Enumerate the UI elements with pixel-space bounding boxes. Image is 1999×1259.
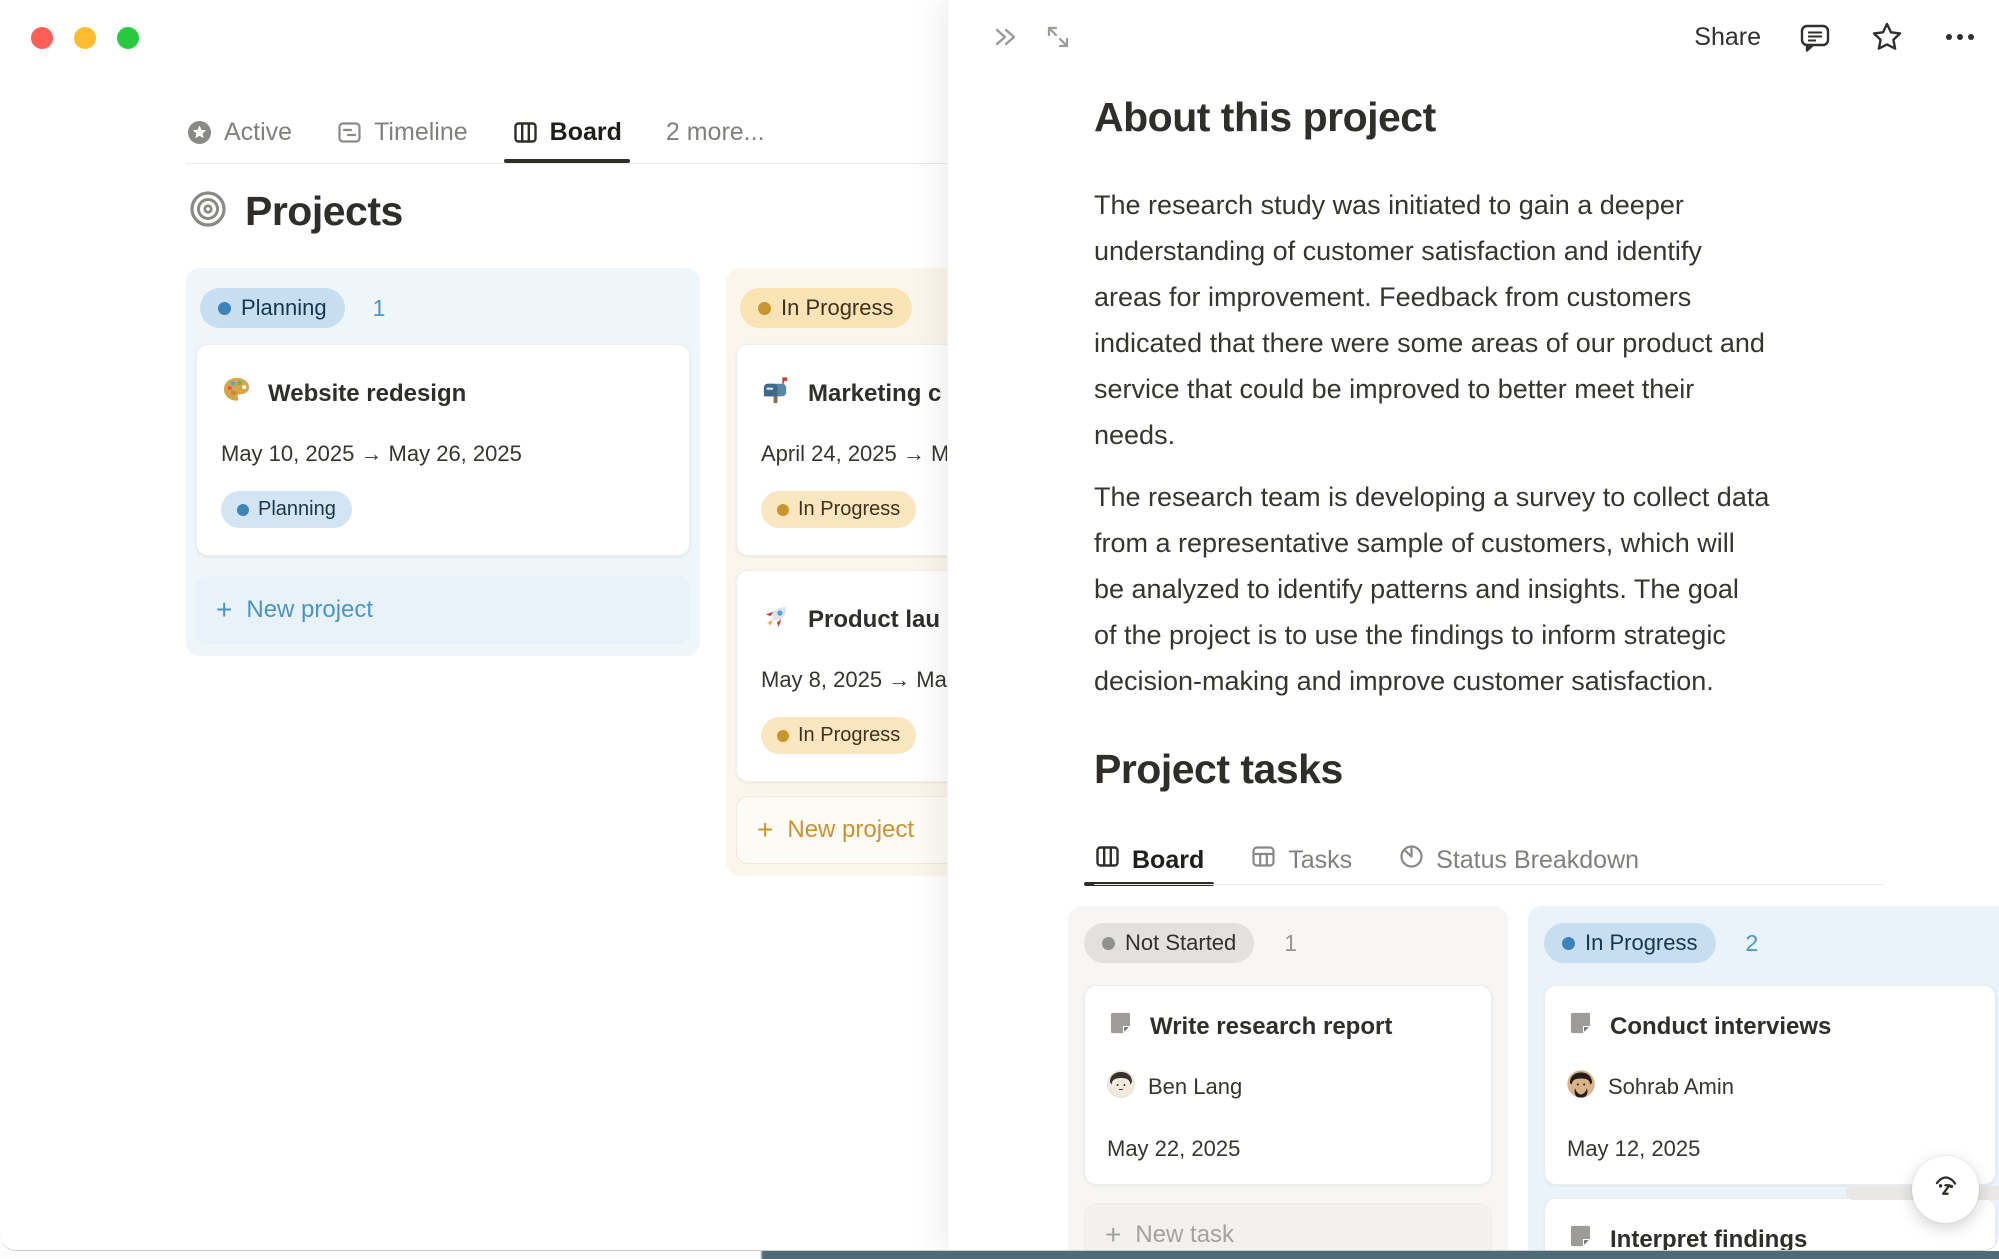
status-dot (777, 730, 789, 742)
task-title: Conduct interviews (1610, 1013, 1831, 1041)
notion-ai-button[interactable] (1912, 1156, 1979, 1223)
minimize-button[interactable] (74, 27, 96, 49)
window-controls (31, 27, 139, 49)
card-date-range: May 10, 2025 → May 26, 2025 (221, 441, 665, 467)
tasks-heading: Project tasks (1094, 746, 1343, 793)
plus-icon: + (216, 596, 232, 624)
tab-more-views[interactable]: 2 more... (666, 101, 765, 163)
status-pill-not-started[interactable]: Not Started (1084, 923, 1254, 963)
task-date: May 22, 2025 (1107, 1136, 1469, 1162)
card-title: Website redesign (268, 380, 466, 408)
column-count: 2 (1746, 930, 1759, 957)
page-icon (1107, 1010, 1134, 1044)
board-column-planning: Planning 1 Website redesign May 10, 2025… (186, 268, 700, 656)
new-task-button[interactable]: + New task (1084, 1203, 1492, 1251)
panel-actions: Share (1694, 18, 1979, 56)
assignee-name: Ben Lang (1148, 1074, 1242, 1100)
rocket-emoji-icon (761, 601, 792, 639)
tab-task-table[interactable]: Tasks (1250, 836, 1352, 884)
card-title: Marketing c (808, 380, 941, 408)
card-status-tag: In Progress (761, 491, 916, 528)
task-date: May 12, 2025 (1567, 1136, 1973, 1162)
side-peek-panel: Share About this project The research st… (947, 0, 1999, 1251)
status-dot (218, 302, 231, 315)
target-icon (188, 189, 228, 234)
task-column-not-started: Not Started 1 Write research report Ben … (1068, 906, 1508, 1251)
palette-emoji-icon (221, 375, 252, 413)
panel-controls (990, 22, 1072, 52)
star-circle-icon (186, 119, 213, 146)
tab-label: 2 more... (666, 118, 765, 147)
page-title: Projects (188, 188, 403, 235)
task-title: Write research report (1150, 1013, 1392, 1041)
tab-timeline-view[interactable]: Timeline (336, 101, 468, 163)
column-header: In Progress 2 (1528, 906, 1999, 963)
page-icon (1567, 1223, 1594, 1251)
ai-face-icon (1929, 1170, 1963, 1209)
about-heading: About this project (1094, 94, 1436, 141)
status-pill-in-progress[interactable]: In Progress (740, 288, 912, 328)
tabbar-divider (186, 163, 976, 164)
project-card-website-redesign[interactable]: Website redesign May 10, 2025 → May 26, … (196, 344, 690, 556)
view-tabbar: Active Timeline Board 2 more... (186, 101, 765, 163)
tasks-tabbar: Board Tasks Status Breakdown (1094, 836, 1639, 884)
page-title-text: Projects (245, 188, 403, 235)
more-options-icon[interactable] (1941, 18, 1979, 56)
plus-icon: + (757, 816, 773, 844)
close-button[interactable] (31, 27, 53, 49)
tab-status-breakdown[interactable]: Status Breakdown (1398, 836, 1639, 884)
tab-label: Board (550, 118, 622, 147)
favorite-star-icon[interactable] (1869, 19, 1905, 55)
status-pill-in-progress[interactable]: In Progress (1544, 923, 1716, 963)
column-header: Planning 1 (186, 268, 700, 328)
new-project-button-planning[interactable]: + New project (196, 576, 690, 644)
plus-icon: + (1105, 1221, 1121, 1249)
tab-task-board[interactable]: Board (1094, 836, 1204, 884)
page-icon (1567, 1010, 1594, 1044)
expand-page-icon[interactable] (1044, 23, 1072, 51)
card-status-tag: Planning (221, 491, 352, 528)
table-icon (1250, 843, 1277, 877)
card-status-tag: In Progress (761, 717, 916, 754)
task-card-write-research-report[interactable]: Write research report Ben Lang May 22, 2… (1084, 985, 1492, 1185)
board-icon (1094, 843, 1121, 877)
tab-label: Active (224, 118, 292, 147)
app-window: Active Timeline Board 2 more... (0, 0, 1999, 1251)
share-button[interactable]: Share (1694, 23, 1761, 52)
tab-label: Timeline (374, 118, 468, 147)
card-title: Product lau (808, 606, 940, 634)
mailbox-emoji-icon (761, 375, 792, 413)
timeline-icon (336, 119, 363, 146)
column-count: 1 (1284, 930, 1297, 957)
avatar-ben-lang (1107, 1070, 1135, 1104)
close-peek-icon[interactable] (990, 22, 1020, 52)
status-dot (777, 504, 789, 516)
about-paragraph-1: The research study was initiated to gain… (1094, 182, 1914, 458)
avatar-sohrab-amin (1567, 1070, 1595, 1104)
column-header: Not Started 1 (1068, 906, 1508, 963)
comments-icon[interactable] (1797, 19, 1833, 55)
tab-active-view[interactable]: Active (186, 101, 292, 163)
desktop-background (0, 1251, 1999, 1259)
clock-icon (1398, 843, 1425, 877)
about-paragraph-2: The research team is developing a survey… (1094, 474, 1914, 704)
status-dot (237, 504, 249, 516)
board-icon (512, 119, 539, 146)
status-dot (1562, 937, 1575, 950)
assignee-name: Sohrab Amin (1608, 1074, 1734, 1100)
zoom-button[interactable] (117, 27, 139, 49)
tab-board-view[interactable]: Board (512, 101, 622, 163)
task-card-conduct-interviews[interactable]: Conduct interviews Sohrab Amin May 12, 2… (1544, 985, 1996, 1185)
column-count: 1 (373, 295, 386, 322)
task-title: Interpret findings (1610, 1226, 1807, 1251)
status-pill-planning[interactable]: Planning (200, 288, 345, 328)
tasks-tabbar-divider (1094, 884, 1884, 885)
status-dot (1102, 937, 1115, 950)
status-dot (758, 302, 771, 315)
